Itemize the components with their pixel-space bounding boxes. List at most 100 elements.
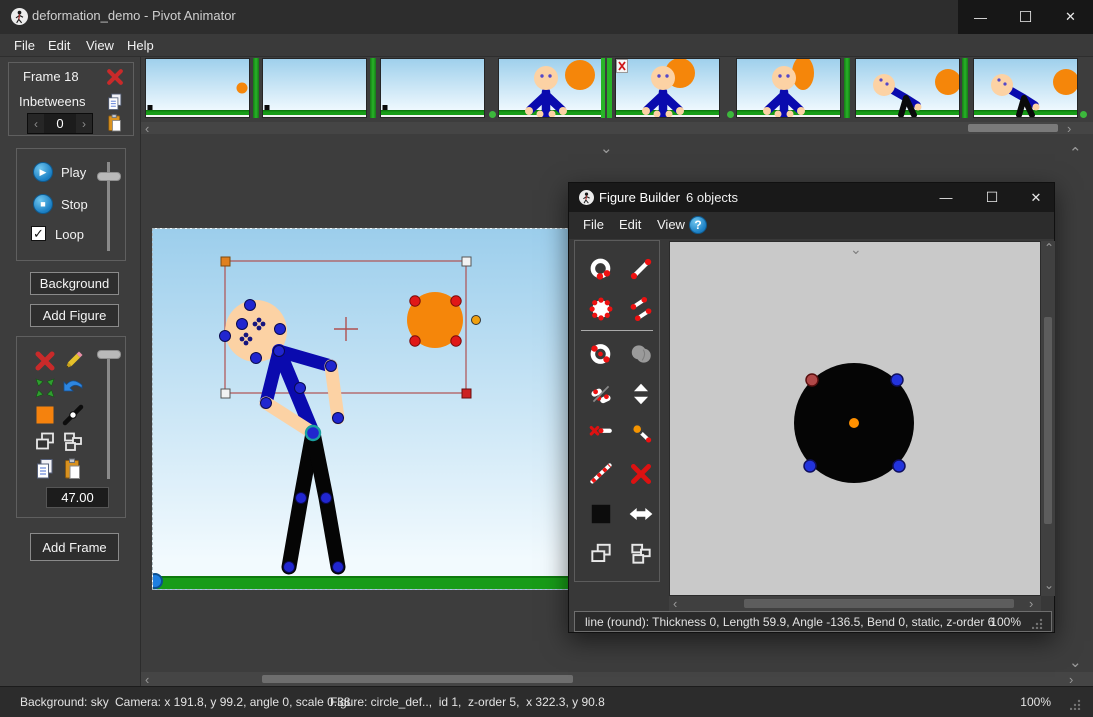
filmstrip-frame-1[interactable]	[145, 58, 250, 118]
flip-horizontal-icon[interactable]	[628, 501, 654, 527]
raise-icon[interactable]	[33, 430, 57, 454]
stepper-increment-icon[interactable]: ›	[76, 114, 92, 133]
fb-canvas-collapse-icon[interactable]: ⌄	[850, 242, 862, 256]
delete-segment-tool-icon[interactable]	[588, 421, 614, 447]
paste-icon[interactable]	[61, 457, 85, 481]
stop-icon[interactable]: ■	[33, 194, 53, 214]
help-icon[interactable]: ?	[689, 216, 707, 234]
play-label[interactable]: Play	[61, 165, 86, 180]
menu-help[interactable]: Help	[123, 37, 158, 54]
fb-resize-grip-icon[interactable]	[1032, 618, 1043, 629]
filmstrip-frame-5-current[interactable]	[615, 58, 720, 118]
ball-handle-dot[interactable]	[410, 336, 420, 346]
canvas-scroll-right-icon[interactable]: ›	[1069, 673, 1073, 686]
menu-view[interactable]: View	[82, 37, 118, 54]
filmstrip-scroll-left-icon[interactable]: ‹	[145, 122, 149, 135]
filmstrip-frame-4[interactable]	[498, 58, 603, 118]
figure-hip-joint[interactable]	[306, 426, 320, 440]
speed-slider-handle[interactable]	[97, 172, 121, 181]
ball-handle-dot[interactable]	[410, 296, 420, 306]
selection-handle-tr[interactable]	[462, 257, 471, 266]
duplicate-line-icon[interactable]	[628, 296, 654, 322]
selection-handle-br[interactable]	[462, 389, 471, 398]
menu-file[interactable]: File	[10, 37, 39, 54]
fb-menu-file[interactable]: File	[579, 216, 608, 233]
stick-figure[interactable]	[220, 300, 344, 573]
selection-center-cross[interactable]	[334, 317, 358, 341]
origin-tool-icon[interactable]	[628, 421, 654, 447]
add-figure-button[interactable]: Add Figure	[30, 304, 119, 327]
selection-handle-tl[interactable]	[221, 257, 230, 266]
ring-tool-icon[interactable]	[588, 341, 614, 367]
canvas-scroll-thumb[interactable]	[262, 675, 573, 683]
menu-edit[interactable]: Edit	[44, 37, 74, 54]
color-swatch-black-icon[interactable]	[588, 501, 614, 527]
inbetweens-value[interactable]: 0	[44, 114, 76, 133]
ball-handle-dot[interactable]	[451, 296, 461, 306]
play-icon[interactable]: ▶	[33, 162, 53, 182]
segment-icon[interactable]	[61, 403, 85, 427]
fill-circle-tool-icon[interactable]	[588, 296, 614, 322]
color-swatch-orange-icon[interactable]	[33, 403, 57, 427]
split-tool-icon[interactable]	[588, 381, 614, 407]
lower-icon[interactable]	[61, 430, 85, 454]
minimize-button[interactable]: —	[958, 0, 1003, 34]
filmstrip-frame-6[interactable]	[736, 58, 841, 118]
filmstrip-scroll-thumb[interactable]	[968, 124, 1058, 132]
fb-scroll-up-icon[interactable]: ⌃	[1044, 242, 1054, 254]
filmstrip-frame-3[interactable]	[380, 58, 485, 118]
figure-builder-minimize-button[interactable]: —	[925, 183, 967, 212]
fb-vertical-scrollbar[interactable]: ⌃ ⌄	[1041, 241, 1055, 596]
center-arrows-icon[interactable]	[33, 376, 57, 400]
builder-joint-handle[interactable]	[891, 374, 903, 386]
fb-scroll-right-icon[interactable]: ›	[1029, 597, 1033, 610]
ball-origin-dot[interactable]	[472, 316, 481, 325]
builder-joint-handle[interactable]	[804, 460, 816, 472]
add-frame-button[interactable]: Add Frame	[30, 533, 119, 561]
canvas-hscrollbar[interactable]: ‹ ›	[141, 672, 1093, 686]
size-slider-handle[interactable]	[97, 350, 121, 359]
filmstrip-frame-2[interactable]	[262, 58, 367, 118]
loop-checkbox[interactable]: ✓	[31, 226, 46, 241]
builder-joint-handle[interactable]	[893, 460, 905, 472]
figure-builder-canvas[interactable]: ⌄	[669, 241, 1041, 596]
builder-center-handle[interactable]	[849, 418, 859, 428]
collapse-bottom-icon[interactable]: ⌄	[1069, 655, 1082, 670]
filmstrip-scroll-right-icon[interactable]: ›	[1067, 122, 1071, 135]
lower-icon[interactable]	[628, 541, 654, 567]
fb-scroll-left-icon[interactable]: ‹	[673, 597, 677, 610]
size-slider-track[interactable]	[107, 357, 110, 479]
canvas-origin-dot[interactable]	[153, 574, 162, 588]
line-tool-icon[interactable]	[628, 256, 654, 282]
flip-arrow-icon[interactable]	[61, 376, 85, 400]
delete-x-icon[interactable]	[33, 349, 57, 373]
delete-frame-icon[interactable]	[105, 67, 125, 87]
maximize-button[interactable]: ☐	[1003, 0, 1048, 34]
titlebar[interactable]: deformation_demo - Pivot Animator — ☐ ✕	[0, 0, 1093, 34]
figure-builder-titlebar[interactable]: Figure Builder 6 objects — ☐ ✕	[569, 183, 1054, 212]
collapse-filmstrip-icon[interactable]: ⌄	[600, 141, 613, 156]
background-button[interactable]: Background	[30, 272, 119, 295]
figure-builder-close-button[interactable]: ✕	[1017, 183, 1055, 212]
pencil-icon[interactable]	[61, 349, 85, 373]
fb-horizontal-scrollbar[interactable]: ‹ ›	[669, 596, 1041, 611]
dashed-line-tool-icon[interactable]	[588, 461, 614, 487]
fb-menu-edit[interactable]: Edit	[615, 216, 645, 233]
fb-vscroll-thumb[interactable]	[1044, 317, 1052, 524]
stepper-decrement-icon[interactable]: ‹	[28, 114, 44, 133]
fb-scroll-down-icon[interactable]: ⌄	[1044, 579, 1054, 591]
fb-menu-view[interactable]: View	[653, 216, 689, 233]
filmstrip-frame-8[interactable]	[973, 58, 1078, 118]
copy-icon[interactable]	[33, 457, 57, 481]
ball-handle-dot[interactable]	[451, 336, 461, 346]
copy-frame-icon[interactable]	[105, 92, 125, 112]
filmstrip-scrollbar[interactable]: ‹ ›	[141, 122, 1093, 134]
ball-figure[interactable]	[407, 292, 481, 348]
resize-grip-icon[interactable]	[1070, 699, 1081, 710]
stop-label[interactable]: Stop	[61, 197, 88, 212]
raise-icon[interactable]	[588, 541, 614, 567]
canvas-scroll-left-icon[interactable]: ‹	[145, 673, 149, 686]
figure-builder-maximize-button[interactable]: ☐	[971, 183, 1013, 212]
selection-handle-bl[interactable]	[221, 389, 230, 398]
scale-value-field[interactable]: 47.00	[46, 487, 109, 508]
